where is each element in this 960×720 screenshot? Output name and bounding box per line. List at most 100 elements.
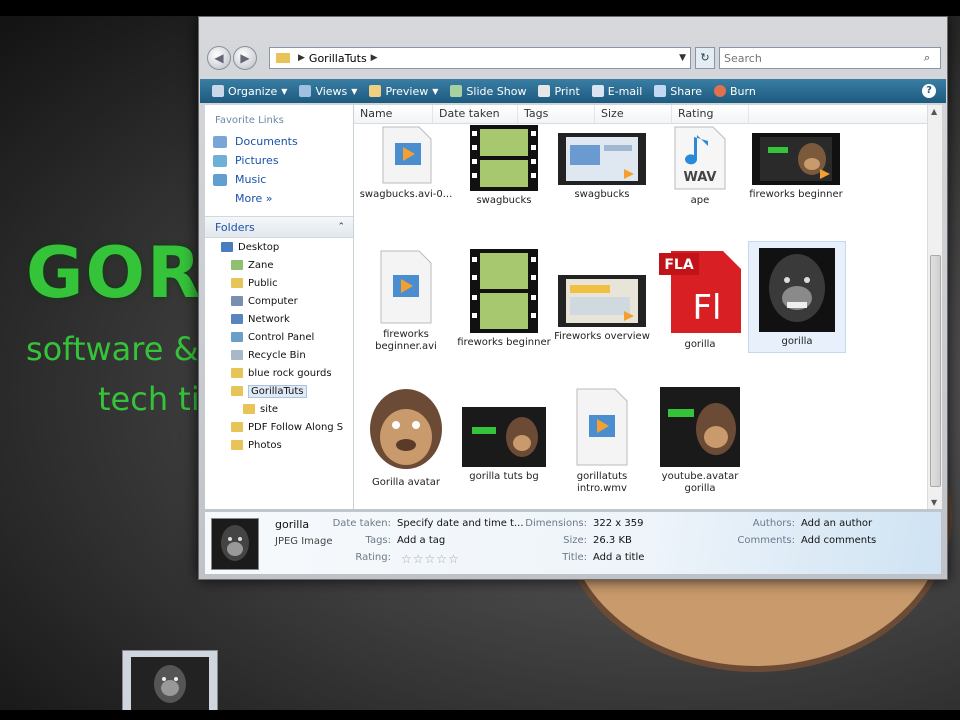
favorite-link-documents[interactable]: Documents	[205, 132, 353, 151]
folder-icon	[243, 404, 255, 414]
music-icon	[213, 173, 227, 186]
size-label: Size:	[563, 535, 587, 546]
column-size[interactable]: Size	[595, 105, 672, 123]
more-link[interactable]: More »	[205, 189, 353, 208]
file-item[interactable]: Fireworks overview	[554, 249, 650, 343]
file-item[interactable]: gorillatuts intro.wmv	[554, 387, 650, 495]
file-item[interactable]: fireworks beginner	[748, 125, 844, 201]
pictures-icon	[213, 154, 227, 167]
details-thumbnail	[211, 518, 259, 570]
authors-value[interactable]: Add an author	[801, 518, 872, 529]
tree-item-desktop[interactable]: Desktop	[205, 238, 353, 256]
file-item[interactable]: swagbucks	[554, 125, 650, 201]
rating-stars[interactable]: ☆☆☆☆☆	[401, 552, 460, 566]
wav-audio-icon: WAV	[674, 126, 726, 190]
control-panel-icon	[231, 332, 243, 342]
gorilla-photo-icon	[759, 248, 835, 332]
file-item[interactable]: FLA Fl gorilla	[652, 249, 748, 351]
screen-top-bar	[0, 0, 960, 16]
dimensions-label: Dimensions:	[525, 518, 587, 529]
help-icon: ?	[926, 85, 932, 96]
comments-value[interactable]: Add comments	[801, 535, 876, 546]
file-item[interactable]: gorilla tuts bg	[456, 387, 552, 483]
file-item[interactable]: swagbucks.avi-0...	[358, 125, 454, 201]
breadcrumb-gorillatuts[interactable]: GorillaTuts	[309, 52, 367, 65]
help-button[interactable]: ?	[922, 84, 936, 98]
tree-item-photos[interactable]: Photos	[205, 436, 353, 454]
file-item[interactable]: swagbucks	[456, 125, 552, 207]
tree-item-recycle-bin[interactable]: Recycle Bin	[205, 346, 353, 364]
share-button[interactable]: Share	[654, 85, 702, 98]
column-name[interactable]: Name	[354, 105, 433, 123]
chevron-right-icon: »	[265, 192, 273, 205]
scrollbar-thumb[interactable]	[930, 255, 941, 487]
command-bar: Organize ▼ Views ▼ Preview ▼ Slide Show Pri…	[200, 79, 946, 103]
details-pane: gorilla JPEG Image Date taken: Specify d…	[205, 511, 941, 574]
email-button[interactable]: E-mail	[591, 85, 642, 98]
file-item[interactable]: fireworks beginner	[456, 249, 552, 349]
folder-icon	[231, 386, 243, 396]
search-box: ⌕	[719, 47, 941, 69]
video-thumbnail-icon	[558, 275, 646, 327]
tags-value[interactable]: Add a tag	[397, 535, 445, 546]
tree-item-zane[interactable]: Zane	[205, 256, 353, 274]
comments-label: Comments:	[737, 535, 795, 546]
folder-icon	[231, 368, 243, 378]
address-bar[interactable]: ▶ GorillaTuts ▶ ▼	[269, 47, 691, 69]
file-item[interactable]: WAV ape	[652, 125, 748, 207]
gorilla-avatar-icon	[370, 389, 442, 469]
burn-button[interactable]: Burn	[714, 85, 756, 98]
authors-label: Authors:	[752, 518, 795, 529]
slideshow-button[interactable]: Slide Show	[450, 85, 526, 98]
computer-icon	[231, 296, 243, 306]
scroll-down-icon[interactable]: ▼	[931, 498, 937, 507]
tree-item-control-panel[interactable]: Control Panel	[205, 328, 353, 346]
preview-button[interactable]: Preview ▼	[369, 85, 438, 98]
dimensions-value: 322 x 359	[593, 518, 644, 529]
print-button[interactable]: Print	[538, 85, 580, 98]
search-icon[interactable]: ⌕	[924, 51, 940, 65]
views-button[interactable]: Views ▼	[299, 85, 357, 98]
tree-item-network[interactable]: Network	[205, 310, 353, 328]
slideshow-icon	[450, 85, 463, 97]
search-input[interactable]	[720, 50, 924, 66]
organize-button[interactable]: Organize ▼	[212, 85, 287, 98]
tree-item-pdf-follow-along[interactable]: PDF Follow Along S	[205, 418, 353, 436]
vertical-scrollbar[interactable]: ▲ ▼	[927, 105, 942, 509]
chevron-down-icon[interactable]: ▼	[679, 53, 686, 63]
refresh-icon: ↻	[700, 51, 710, 64]
column-tags[interactable]: Tags	[518, 105, 595, 123]
favorite-link-music[interactable]: Music	[205, 170, 353, 189]
folders-header[interactable]: Folders ⌃	[205, 216, 353, 238]
screen-bottom-bar	[0, 710, 960, 720]
video-file-icon	[380, 250, 432, 324]
video-file-icon	[382, 126, 432, 184]
date-taken-label: Date taken:	[332, 518, 391, 529]
tree-item-public[interactable]: Public	[205, 274, 353, 292]
tree-item-gorillatuts[interactable]: GorillaTuts	[205, 382, 353, 400]
favorite-link-pictures[interactable]: Pictures	[205, 151, 353, 170]
tree-item-computer[interactable]: Computer	[205, 292, 353, 310]
gorilla-video-thumbnail-icon	[752, 133, 840, 185]
organize-icon	[212, 85, 224, 97]
file-item[interactable]: Gorilla avatar	[358, 387, 454, 489]
column-rating[interactable]: Rating	[672, 105, 749, 123]
refresh-button[interactable]: ↻	[695, 47, 715, 69]
file-item[interactable]: fireworks beginner.avi	[358, 249, 454, 353]
back-button[interactable]: ◀	[207, 46, 231, 70]
video-thumbnail-icon	[558, 133, 646, 185]
rating-label: Rating:	[355, 552, 391, 563]
tree-item-blue-rock-gourds[interactable]: blue rock gourds	[205, 364, 353, 382]
column-date-taken[interactable]: Date taken	[433, 105, 518, 123]
title-label: Title:	[562, 552, 587, 563]
forward-button[interactable]: ▶	[233, 46, 257, 70]
forward-arrow-icon: ▶	[240, 51, 250, 65]
file-item[interactable]: youtube.avatar gorilla	[652, 387, 748, 495]
scroll-up-icon[interactable]: ▲	[931, 107, 937, 116]
taskbar-thumbnail[interactable]	[122, 650, 218, 712]
breadcrumb-arrow-icon: ▶	[298, 53, 305, 63]
wav-label: WAV	[684, 170, 717, 185]
file-item-selected[interactable]: gorilla	[748, 241, 846, 353]
title-value[interactable]: Add a title	[593, 552, 644, 563]
tree-item-site[interactable]: site	[205, 400, 353, 418]
